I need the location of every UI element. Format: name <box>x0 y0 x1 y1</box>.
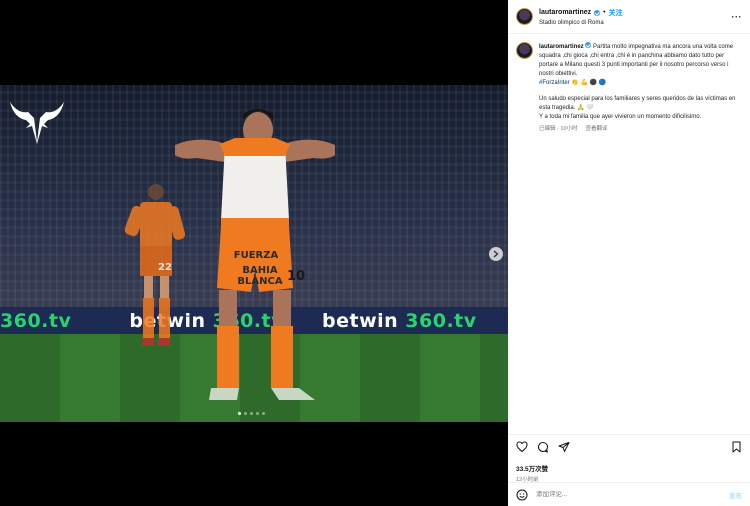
comment-input[interactable] <box>536 491 729 498</box>
shirt-line: BAHIA BLANCA <box>237 265 283 287</box>
shirt-message: FUERZA <box>216 250 296 261</box>
carousel-dot[interactable] <box>256 412 259 415</box>
separator-dot: • <box>603 9 606 16</box>
background-player-number: 22 <box>158 262 172 273</box>
heart-icon[interactable] <box>516 441 528 453</box>
username[interactable]: lautaromartinez <box>539 9 591 16</box>
comment-bar: 发布 <box>508 482 750 506</box>
post-header: lautaromartinez • 关注 Stadio olimpico di … <box>508 0 750 34</box>
chevron-right-icon <box>493 250 499 258</box>
translate-link[interactable]: 查看翻译 <box>586 125 608 134</box>
verified-badge-icon <box>594 9 601 16</box>
caption-emojis: 👏 💪 ⚫ 🔵 <box>571 80 607 86</box>
carousel-dot[interactable] <box>262 412 265 415</box>
caption-emojis: 🙏 🤍 <box>577 105 594 111</box>
caption-meta: 已编辑 · 10小时 查看翻译 <box>539 125 608 134</box>
ad-board: betwin 360.tv <box>322 309 477 332</box>
post-photo: 360.tv betwin 360.tv betwin 360.tv be 22 <box>0 85 508 422</box>
caption-text: Un saludo especial para los familiares y… <box>539 96 736 111</box>
ad-board: 360.tv <box>0 309 72 332</box>
bookmark-icon[interactable] <box>731 441 742 453</box>
follow-button[interactable]: 关注 <box>609 8 623 18</box>
verified-badge-icon <box>585 42 592 48</box>
hashtag-link[interactable]: #ForzaInter <box>539 80 570 86</box>
post-caption: lautaromartinez Partita molto impegnativ… <box>508 34 750 134</box>
carousel-dot[interactable] <box>250 412 253 415</box>
caption-paragraph: Un saludo especial para los familiares y… <box>539 95 739 113</box>
post-actions: 33.5万次赞 12小时前 <box>508 434 750 483</box>
location-link[interactable]: Stadio olimpico di Roma <box>539 20 623 26</box>
bull-logo-icon <box>10 102 64 144</box>
like-count[interactable]: 33.5万次赞 <box>516 463 742 473</box>
avatar[interactable] <box>516 42 533 59</box>
carousel-indicator <box>238 412 265 415</box>
caption-text: Y a toda mi familia que ayer vivieron un… <box>539 114 702 120</box>
carousel-next-button[interactable] <box>489 247 503 261</box>
edited-label: 已编辑 <box>539 126 556 132</box>
post-side-panel: lautaromartinez • 关注 Stadio olimpico di … <box>508 0 750 506</box>
shirt-line: FUERZA <box>233 250 279 261</box>
carousel-dot[interactable] <box>238 412 241 415</box>
emoji-icon[interactable] <box>516 489 528 501</box>
comment-icon[interactable] <box>537 441 549 453</box>
share-icon[interactable] <box>558 441 570 453</box>
shirt-message: BAHIA BLANCA <box>220 265 300 287</box>
post-media-pane: 360.tv betwin 360.tv betwin 360.tv be 22 <box>0 0 508 506</box>
post-comment-button[interactable]: 发布 <box>729 490 742 500</box>
avatar[interactable] <box>516 8 533 25</box>
more-options-icon[interactable]: ··· <box>732 12 743 22</box>
caption-username[interactable]: lautaromartinez <box>539 44 584 50</box>
caption-time[interactable]: 10小时 <box>560 126 577 132</box>
carousel-dot[interactable] <box>244 412 247 415</box>
